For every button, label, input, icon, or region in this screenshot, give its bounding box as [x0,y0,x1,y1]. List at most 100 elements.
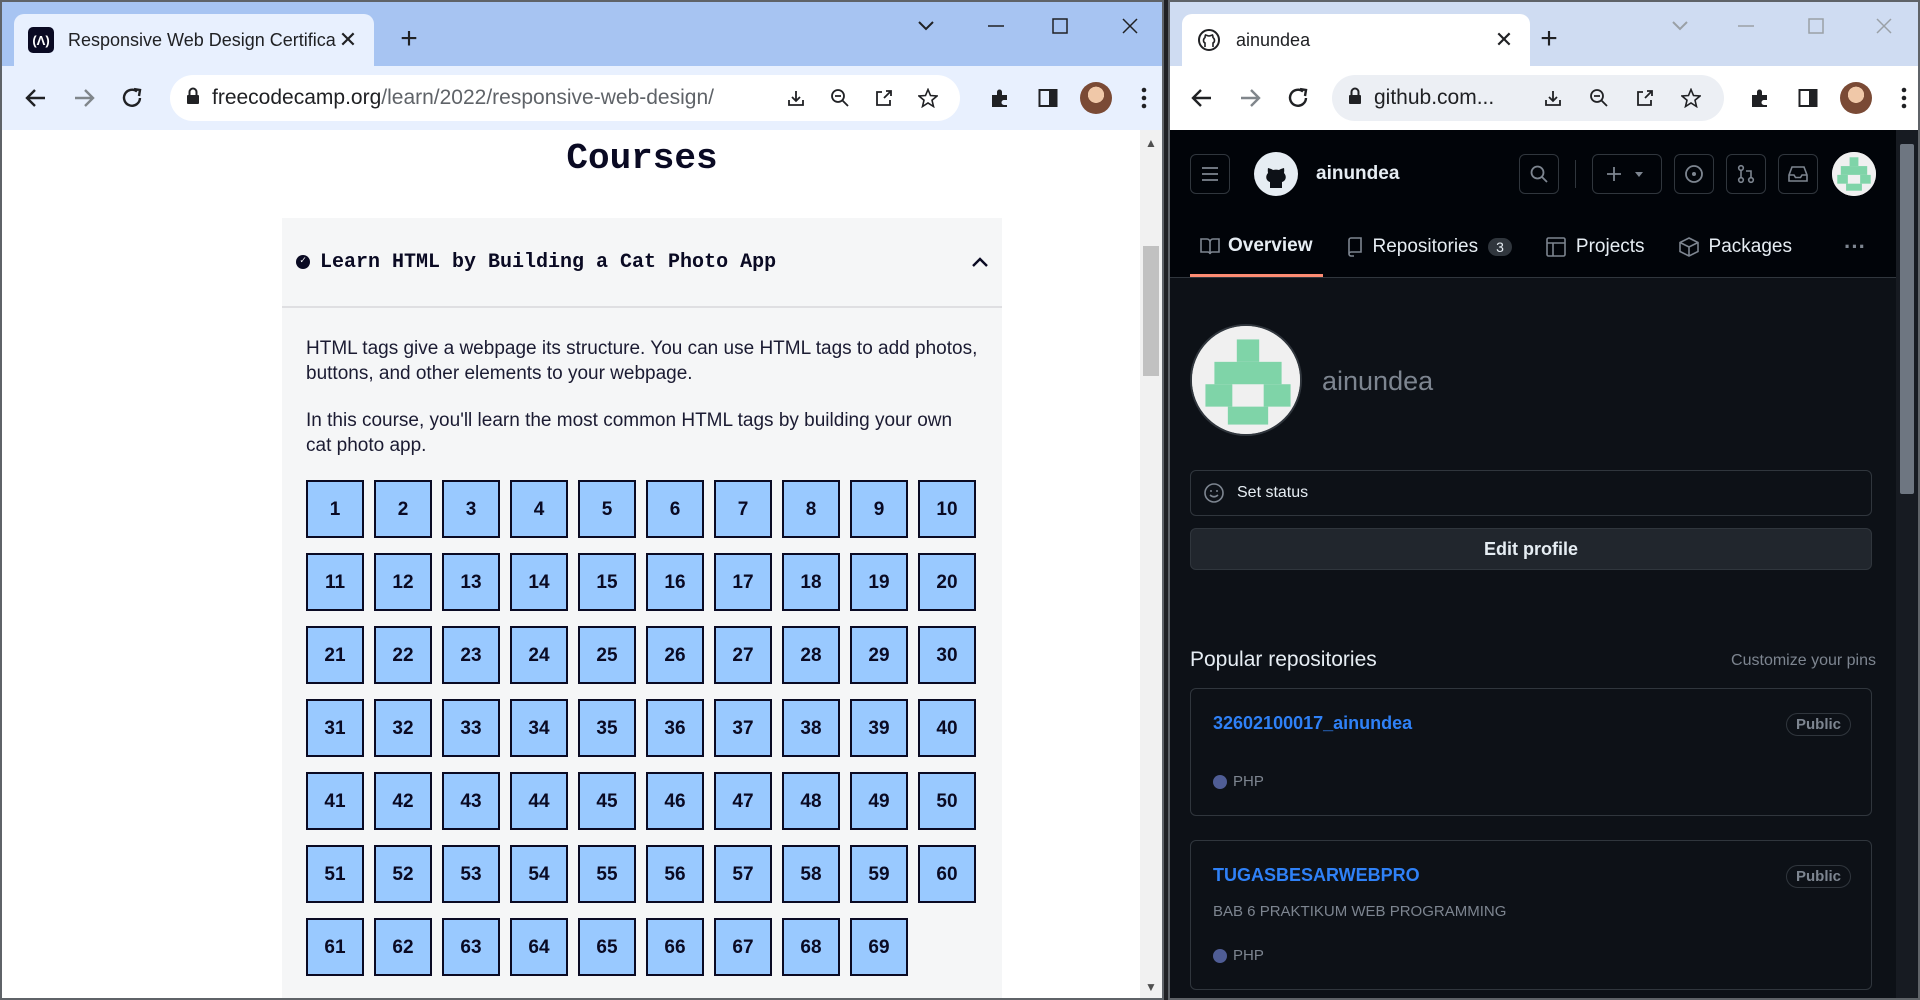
page-scrollbar[interactable] [1896,130,1918,998]
step-button[interactable]: 16 [646,553,704,611]
step-button[interactable]: 38 [782,699,840,757]
step-button[interactable]: 47 [714,772,772,830]
header-username[interactable]: ainundea [1316,163,1399,185]
bookmark-star-icon[interactable] [906,74,950,122]
pull-requests-icon[interactable] [1726,154,1766,194]
step-button[interactable]: 6 [646,480,704,538]
close-window-icon[interactable] [1860,12,1908,40]
step-button[interactable]: 23 [442,626,500,684]
step-button[interactable]: 69 [850,918,908,976]
step-button[interactable]: 52 [374,845,432,903]
step-button[interactable]: 35 [578,699,636,757]
step-button[interactable]: 62 [374,918,432,976]
tab-packages[interactable]: Packages [1669,217,1802,277]
step-button[interactable]: 17 [714,553,772,611]
step-button[interactable]: 32 [374,699,432,757]
create-new-dropdown[interactable] [1592,154,1662,194]
step-button[interactable]: 51 [306,845,364,903]
step-button[interactable]: 43 [442,772,500,830]
tab-close-icon[interactable]: ✕ [1492,27,1516,53]
step-button[interactable]: 8 [782,480,840,538]
zoom-icon[interactable] [1576,74,1622,122]
reload-icon[interactable] [1274,74,1322,122]
back-icon[interactable] [12,74,60,122]
step-button[interactable]: 29 [850,626,908,684]
tab-freecodecamp[interactable]: (Λ) Responsive Web Design Certificat ✕ [14,14,374,66]
close-window-icon[interactable] [1106,12,1154,40]
lock-icon[interactable] [1348,87,1362,110]
edit-profile-button[interactable]: Edit profile [1190,528,1872,570]
step-button[interactable]: 11 [306,553,364,611]
step-button[interactable]: 53 [442,845,500,903]
step-button[interactable]: 12 [374,553,432,611]
hamburger-menu-icon[interactable] [1190,154,1230,194]
new-tab-icon[interactable]: + [392,22,426,56]
step-button[interactable]: 50 [918,772,976,830]
step-button[interactable]: 28 [782,626,840,684]
new-tab-icon[interactable]: + [1532,22,1566,56]
address-bar[interactable]: freecodecamp.org/learn/2022/responsive-w… [170,75,960,121]
tab-search-chevron-icon[interactable] [1656,12,1704,40]
repo-name-link[interactable]: 32602100017_ainundea [1213,713,1412,734]
step-button[interactable]: 26 [646,626,704,684]
step-button[interactable]: 31 [306,699,364,757]
step-button[interactable]: 55 [578,845,636,903]
customize-pins-link[interactable]: Customize your pins [1731,652,1876,670]
step-button[interactable]: 64 [510,918,568,976]
step-button[interactable]: 42 [374,772,432,830]
step-button[interactable]: 13 [442,553,500,611]
install-app-icon[interactable] [774,74,818,122]
issues-icon[interactable] [1674,154,1714,194]
step-button[interactable]: 49 [850,772,908,830]
course-header[interactable]: ✓ Learn HTML by Building a Cat Photo App [282,218,1002,308]
lock-icon[interactable] [186,87,200,110]
step-button[interactable]: 57 [714,845,772,903]
more-tabs-icon[interactable]: ··· [1834,217,1876,277]
github-logo-icon[interactable] [1254,152,1298,196]
side-panel-icon[interactable] [1784,74,1832,122]
step-button[interactable]: 46 [646,772,704,830]
share-icon[interactable] [1622,74,1668,122]
step-button[interactable]: 22 [374,626,432,684]
step-button[interactable]: 68 [782,918,840,976]
step-button[interactable]: 9 [850,480,908,538]
step-button[interactable]: 56 [646,845,704,903]
scrollbar-thumb[interactable] [1900,144,1914,494]
bookmark-star-icon[interactable] [1668,74,1714,122]
back-icon[interactable] [1178,74,1226,122]
step-button[interactable]: 19 [850,553,908,611]
step-button[interactable]: 61 [306,918,364,976]
menu-kebab-icon[interactable] [1880,74,1918,122]
step-button[interactable]: 14 [510,553,568,611]
step-button[interactable]: 45 [578,772,636,830]
set-status-button[interactable]: Set status [1190,470,1872,516]
step-button[interactable]: 66 [646,918,704,976]
step-button[interactable]: 20 [918,553,976,611]
step-button[interactable]: 36 [646,699,704,757]
step-button[interactable]: 4 [510,480,568,538]
tab-search-chevron-icon[interactable] [902,12,950,40]
profile-avatar[interactable] [1072,74,1120,122]
forward-icon[interactable] [60,74,108,122]
inbox-icon[interactable] [1778,154,1818,194]
tab-repositories[interactable]: Repositories 3 [1337,217,1522,277]
step-button[interactable]: 34 [510,699,568,757]
step-button[interactable]: 39 [850,699,908,757]
scrollbar-thumb[interactable] [1143,246,1159,376]
step-button[interactable]: 2 [374,480,432,538]
maximize-icon[interactable] [1036,12,1084,40]
zoom-icon[interactable] [818,74,862,122]
step-button[interactable]: 25 [578,626,636,684]
tab-github[interactable]: ainundea ✕ [1182,14,1530,66]
tab-projects[interactable]: Projects [1536,217,1655,277]
scroll-down-arrow-icon[interactable]: ▼ [1140,980,1162,994]
tab-overview[interactable]: Overview [1190,217,1323,277]
step-button[interactable]: 60 [918,845,976,903]
step-button[interactable]: 37 [714,699,772,757]
menu-kebab-icon[interactable] [1120,74,1162,122]
minimize-icon[interactable] [972,12,1020,40]
chevron-up-icon[interactable] [972,251,988,274]
step-button[interactable]: 3 [442,480,500,538]
step-button[interactable]: 7 [714,480,772,538]
install-app-icon[interactable] [1530,74,1576,122]
